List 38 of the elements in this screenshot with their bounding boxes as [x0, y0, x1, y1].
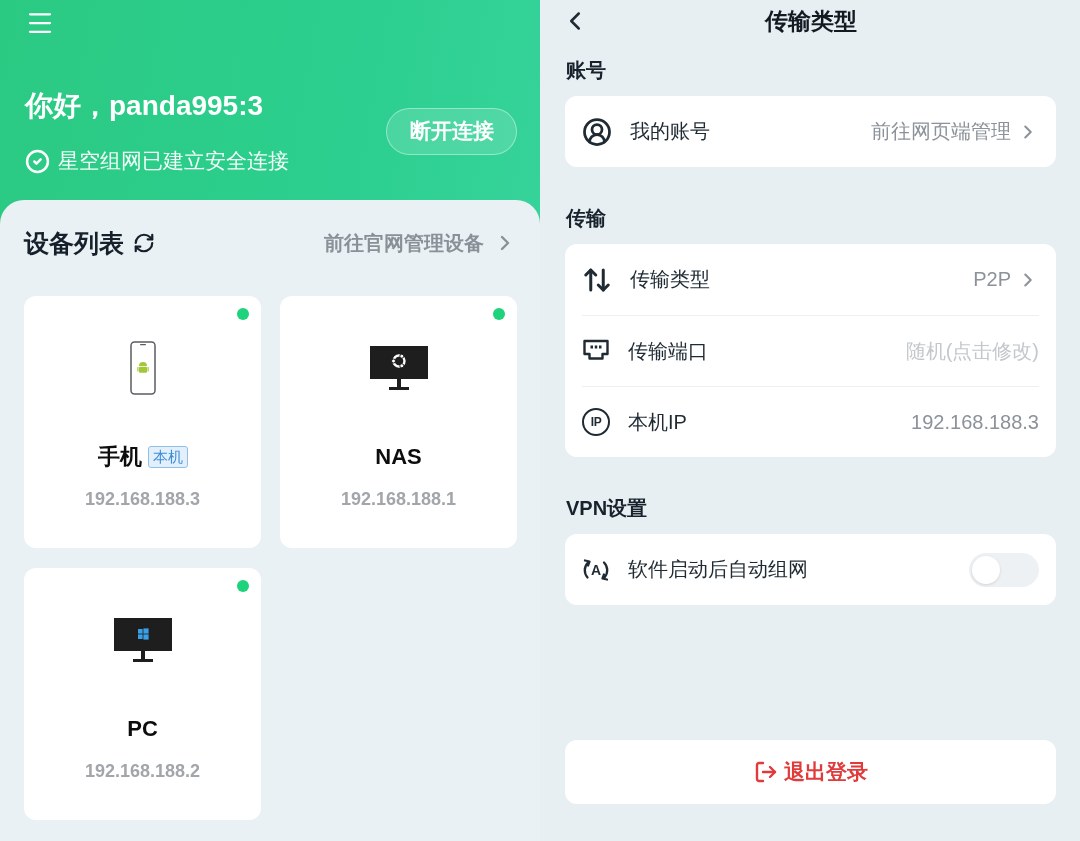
section-title: 传输	[566, 206, 607, 230]
row-value[interactable]: 随机(点击修改)	[905, 337, 1039, 365]
row-value[interactable]: 前往网页端管理	[871, 118, 1011, 145]
device-card[interactable]: 手机 本机 192.168.188.3	[24, 296, 261, 548]
device-ip: 192.168.188.1	[340, 488, 457, 510]
disconnect-button[interactable]: 断开连接	[386, 107, 517, 155]
phone-icon	[129, 341, 156, 395]
user-icon	[582, 116, 612, 147]
logout-icon	[753, 760, 778, 784]
page-title: 传输类型	[764, 6, 857, 36]
local-device-tag: 本机	[147, 446, 188, 468]
monitor-icon	[369, 346, 428, 390]
row-label: 传输端口	[628, 338, 708, 364]
device-name: NAS	[375, 444, 422, 470]
manage-devices-link[interactable]: 前往官网管理设备	[324, 229, 517, 257]
section-title: VPN设置	[566, 496, 649, 520]
section-title: 账号	[566, 58, 607, 82]
check-circle-icon	[25, 148, 50, 174]
row-value[interactable]: P2P	[973, 268, 1011, 291]
device-card[interactable]: NAS 192.168.188.1	[280, 296, 517, 548]
device-ip: 192.168.188.3	[84, 488, 201, 510]
row-label: 软件启动后自动组网	[628, 557, 808, 582]
row-label: 本机IP	[628, 409, 687, 435]
connection-status-text: 星空组网已建立安全连接	[58, 148, 289, 174]
greeting-title: 你好，panda995:3	[25, 89, 265, 123]
device-card[interactable]: PC 192.168.188.2	[24, 568, 261, 820]
logout-button[interactable]: 退出登录	[565, 740, 1056, 804]
row-value: 192.168.188.3	[911, 410, 1039, 434]
toggle-switch[interactable]	[969, 552, 1039, 587]
monitor-icon	[113, 618, 172, 662]
refresh-icon[interactable]	[133, 232, 155, 254]
device-name: PC	[127, 716, 158, 742]
list-title: 设备列表	[24, 227, 124, 259]
row-label: 传输类型	[630, 267, 710, 292]
ip-icon: IP	[582, 408, 610, 436]
device-name: 手机	[97, 443, 142, 471]
device-ip: 192.168.188.2	[84, 760, 201, 782]
row-label: 我的账号	[630, 119, 710, 144]
